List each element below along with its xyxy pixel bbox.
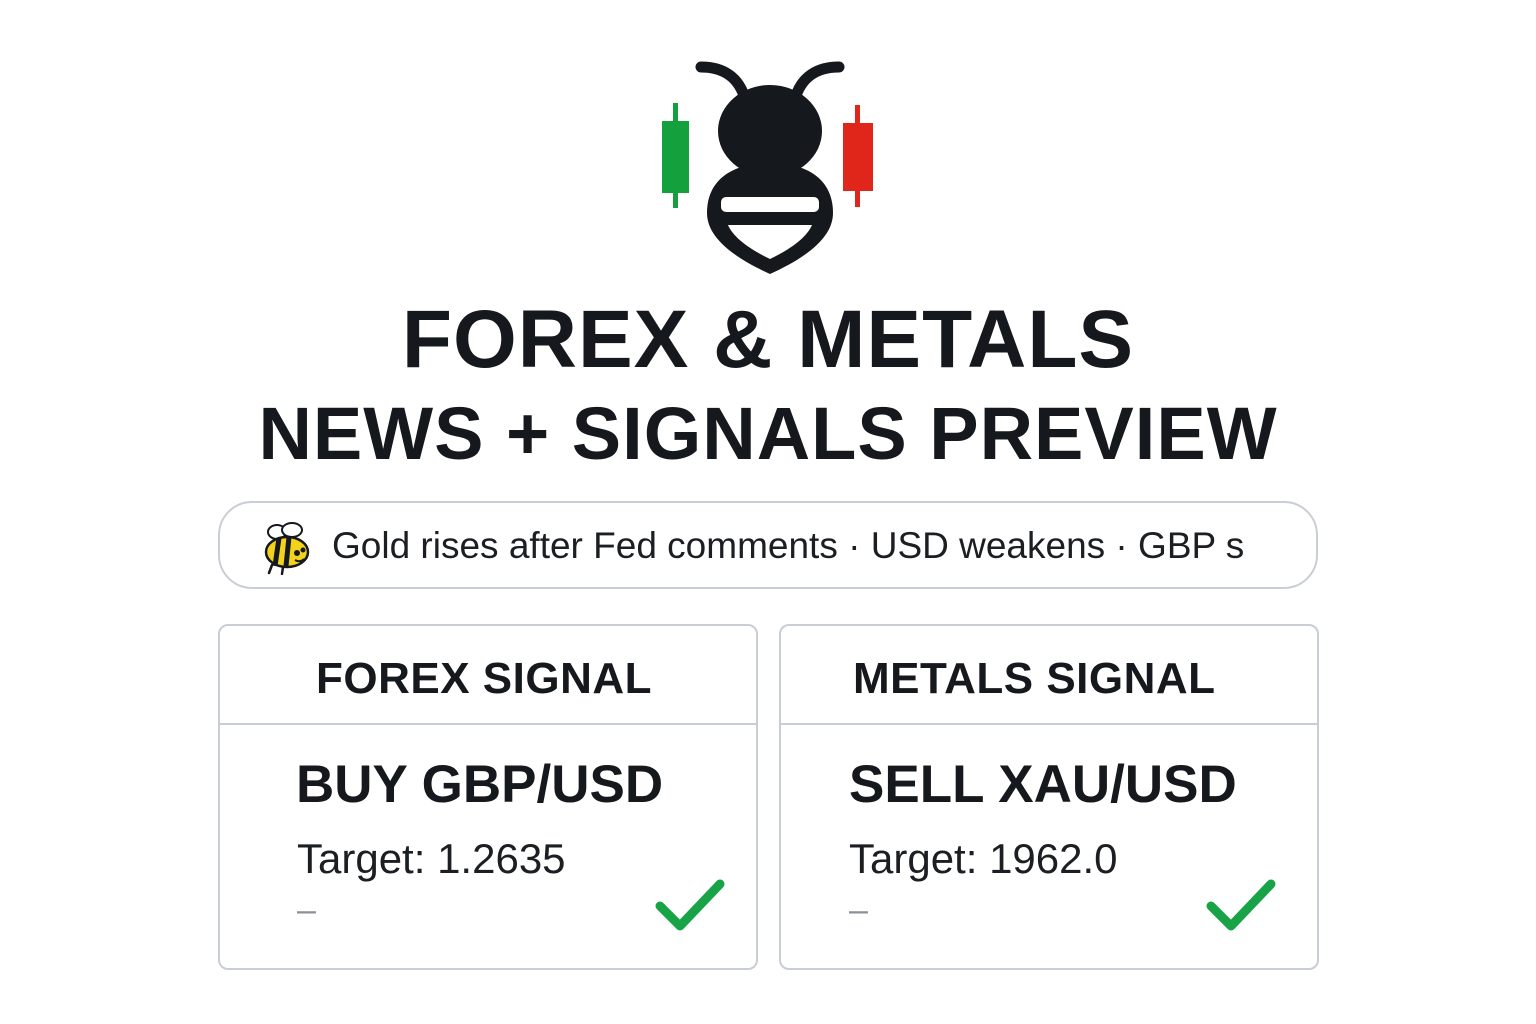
bee-candlestick-logo-icon bbox=[662, 61, 873, 274]
metals-signal-action: SELL XAU/USD bbox=[849, 755, 1237, 814]
page-subtitle: NEWS + SIGNALS PREVIEW bbox=[258, 392, 1278, 475]
news-ticker[interactable]: Gold rises after Fed comments · USD weak… bbox=[218, 501, 1318, 589]
checkmark-icon bbox=[655, 879, 725, 931]
ticker-text: Gold rises after Fed comments · USD weak… bbox=[332, 525, 1245, 566]
checkmark-icon bbox=[1206, 879, 1276, 931]
forex-signal-action: BUY GBP/USD bbox=[296, 755, 664, 814]
forex-signal-extra: – bbox=[297, 891, 316, 929]
forex-signal-target: Target: 1.2635 bbox=[297, 835, 566, 882]
bee-icon bbox=[264, 522, 310, 575]
forex-signal-header: FOREX SIGNAL bbox=[220, 626, 756, 725]
forex-signal-card[interactable]: FOREX SIGNAL BUY GBP/USD Target: 1.2635 … bbox=[218, 624, 758, 970]
metals-signal-header: METALS SIGNAL bbox=[781, 626, 1317, 725]
metals-signal-card[interactable]: METALS SIGNAL SELL XAU/USD Target: 1962.… bbox=[779, 624, 1319, 970]
metals-signal-extra: – bbox=[849, 891, 868, 929]
metals-signal-target: Target: 1962.0 bbox=[849, 835, 1118, 882]
page-title: FOREX & METALS bbox=[401, 294, 1135, 385]
